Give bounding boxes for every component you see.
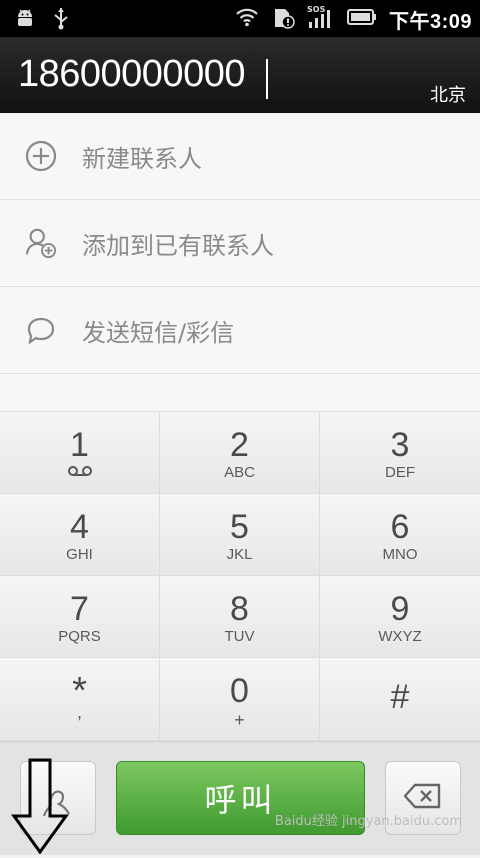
action-label: 发送短信/彩信: [82, 318, 235, 347]
key-letters: MNO: [382, 546, 418, 563]
key-star[interactable]: * ,: [0, 658, 159, 740]
key-7[interactable]: 7 PQRS: [0, 576, 159, 657]
text-cursor: [266, 59, 268, 99]
key-digit: 7: [70, 590, 89, 628]
key-8[interactable]: 8 TUV: [160, 576, 319, 657]
action-list: 新建联系人 添加到已有联系人 发送短信/彩信: [0, 113, 480, 411]
number-location: 北京: [430, 85, 466, 106]
add-circle-icon: [24, 139, 58, 173]
new-contact-action[interactable]: 新建联系人: [0, 113, 480, 200]
key-3[interactable]: 3 DEF: [320, 412, 480, 493]
key-hash[interactable]: #: [320, 658, 480, 740]
key-letters: PQRS: [58, 628, 101, 645]
key-letters: WXYZ: [378, 628, 422, 645]
key-digit: 2: [230, 426, 249, 464]
action-label: 新建联系人: [82, 144, 202, 173]
down-arrow-annotation: [10, 758, 70, 858]
key-digit: 0: [230, 672, 249, 710]
dialed-number[interactable]: 18600000000: [18, 53, 245, 96]
key-digit: 5: [230, 508, 249, 546]
key-letters: JKL: [226, 546, 253, 563]
key-digit: 9: [390, 590, 410, 628]
key-2[interactable]: 2 ABC: [160, 412, 319, 493]
wifi-icon: [235, 7, 259, 31]
key-digit: 8: [230, 590, 249, 628]
key-letters: GHI: [66, 546, 93, 563]
key-letters: +: [234, 710, 245, 730]
send-message-action[interactable]: 发送短信/彩信: [0, 287, 480, 374]
key-letters: ABC: [224, 464, 255, 481]
key-1[interactable]: 1: [0, 412, 159, 493]
bottom-bar: 呼叫: [0, 741, 480, 855]
key-9[interactable]: 9 WXYZ: [320, 576, 480, 657]
sd-card-alert-icon: [271, 5, 295, 33]
dial-keypad: 1 2 ABC 3 DEF 4 GHI 5 JKL 6 MNO 7 PQRS 8…: [0, 411, 480, 741]
signal-sos-icon: SOS: [307, 4, 335, 34]
status-bar: SOS 下午3:09: [0, 0, 480, 37]
key-digit: 6: [390, 508, 410, 546]
key-letters: ,: [76, 702, 82, 722]
svg-text:SOS: SOS: [307, 5, 326, 14]
key-4[interactable]: 4 GHI: [0, 494, 159, 575]
key-letters: DEF: [385, 464, 415, 481]
key-digit: 1: [70, 426, 89, 464]
android-debug-icon: [14, 7, 36, 33]
key-6[interactable]: 6 MNO: [320, 494, 480, 575]
key-digit: 3: [390, 426, 410, 464]
usb-icon: [52, 6, 70, 34]
status-time: 下午3:09: [388, 10, 472, 33]
voicemail-icon: [66, 462, 94, 481]
key-5[interactable]: 5 JKL: [160, 494, 319, 575]
key-digit: #: [390, 678, 410, 716]
add-to-contact-icon: [24, 226, 58, 260]
watermark-text: Baidu经验 jingyan.baidu.com: [274, 814, 462, 829]
action-label: 添加到已有联系人: [82, 231, 274, 260]
key-letters: TUV: [224, 628, 255, 645]
battery-icon: [346, 8, 377, 30]
number-display: 18600000000 北京: [0, 37, 480, 114]
add-to-existing-contact-action[interactable]: 添加到已有联系人: [0, 200, 480, 287]
call-label: 呼叫: [204, 781, 277, 819]
key-0[interactable]: 0 +: [160, 658, 319, 740]
key-digit: 4: [70, 508, 89, 546]
message-bubble-icon: [24, 313, 58, 347]
